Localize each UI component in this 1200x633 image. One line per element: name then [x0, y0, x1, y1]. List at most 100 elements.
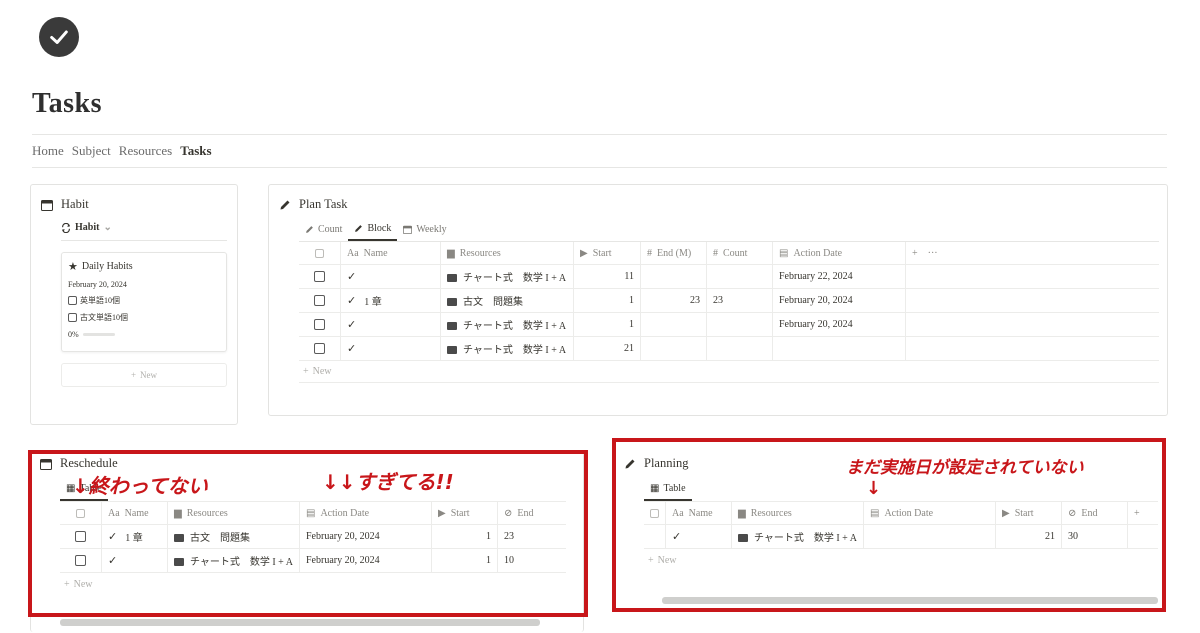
- folder-icon: [447, 345, 457, 354]
- habit-new-button[interactable]: + New: [61, 363, 227, 387]
- name-cell[interactable]: ✓: [341, 313, 441, 336]
- habit-item-checkbox[interactable]: [68, 313, 77, 322]
- column-actions: + ···: [906, 242, 966, 264]
- action-date-cell[interactable]: February 22, 2024: [773, 265, 906, 288]
- add-column-icon[interactable]: +: [912, 248, 918, 259]
- annotation-no-date: まだ実施日が設定されていない: [846, 458, 1084, 478]
- name-cell[interactable]: ✓: [341, 265, 441, 288]
- start-cell[interactable]: 1: [574, 313, 641, 336]
- start-cell[interactable]: 1: [574, 289, 641, 312]
- start-cell[interactable]: 11: [574, 265, 641, 288]
- nav-tasks[interactable]: Tasks: [180, 143, 211, 159]
- row-checkbox[interactable]: [314, 271, 325, 282]
- plan-task-title: Plan Task: [299, 197, 348, 211]
- page-title: Tasks: [32, 88, 102, 119]
- end-cell[interactable]: [641, 265, 707, 288]
- check-circle-icon: [39, 17, 79, 57]
- column-header-count[interactable]: # Count: [707, 242, 773, 264]
- tab-weekly-label: Weekly: [416, 224, 447, 235]
- resource-cell[interactable]: チャート式 数学 I + A: [441, 313, 574, 336]
- column-header-name[interactable]: Aa Name: [341, 242, 441, 264]
- resource-cell[interactable]: 古文 問題集: [441, 289, 574, 312]
- habit-progress: 0%: [68, 330, 115, 339]
- column-header-end[interactable]: # End (M): [641, 242, 707, 264]
- calendar-icon: [41, 199, 53, 211]
- habit-title: Habit: [61, 197, 89, 211]
- table-row[interactable]: ✓ チャート式 数学 I + A 1 February 20, 2024: [299, 313, 1159, 337]
- empty-cell: [906, 289, 966, 312]
- pencil-icon: [355, 225, 363, 232]
- action-date-cell[interactable]: February 20, 2024: [773, 289, 906, 312]
- plan-task-title-row: Plan Task: [279, 197, 348, 212]
- empty-cell: [906, 265, 966, 288]
- annotation-not-finished: ↓終わってない: [72, 474, 208, 498]
- calendar-icon: [403, 225, 413, 234]
- tab-count[interactable]: Count: [299, 223, 348, 241]
- habit-progress-bar: [82, 333, 115, 336]
- plan-task-tabs: Count Block Weekly: [299, 223, 453, 241]
- row-checkbox[interactable]: [314, 343, 325, 354]
- resource-link[interactable]: 古文 問題集: [463, 293, 523, 308]
- column-header-resources[interactable]: ▆ Resources: [441, 242, 574, 264]
- action-date-cell[interactable]: [773, 337, 906, 360]
- habit-view-selector[interactable]: Habit ⌄: [61, 222, 112, 233]
- resource-cell[interactable]: チャート式 数学 I + A: [441, 337, 574, 360]
- chevron-down-icon: ⌄: [103, 222, 112, 233]
- end-cell[interactable]: [641, 337, 707, 360]
- name-cell[interactable]: ✓ 1 章: [341, 289, 441, 312]
- nav-home[interactable]: Home: [32, 143, 64, 159]
- habit-title-row: Habit: [41, 197, 89, 212]
- resource-cell[interactable]: チャート式 数学 I + A: [441, 265, 574, 288]
- count-cell[interactable]: 23: [707, 289, 773, 312]
- habit-progress-label: 0%: [68, 330, 79, 339]
- horizontal-scrollbar[interactable]: [60, 619, 540, 626]
- column-header-action-date[interactable]: ▤ Action Date: [773, 242, 906, 264]
- table-row[interactable]: ✓ チャート式 数学 I + A 11 February 22, 2024: [299, 265, 1159, 289]
- row-checkbox-cell[interactable]: [299, 313, 341, 336]
- row-checkbox[interactable]: [314, 295, 325, 306]
- new-row-label: New: [312, 366, 332, 377]
- count-cell[interactable]: [707, 313, 773, 336]
- end-cell[interactable]: 23: [641, 289, 707, 312]
- daily-habits-card[interactable]: ★ Daily Habits February 20, 2024 英単語10個 …: [61, 252, 227, 352]
- resource-link[interactable]: チャート式 数学 I + A: [463, 317, 566, 332]
- habit-item-label: 英単語10個: [80, 296, 120, 305]
- resource-link[interactable]: チャート式 数学 I + A: [463, 269, 566, 284]
- nav-resources[interactable]: Resources: [119, 143, 172, 159]
- table-row[interactable]: ✓ チャート式 数学 I + A 21: [299, 337, 1159, 361]
- column-header-start[interactable]: ▶ Start: [574, 242, 641, 264]
- action-date-cell[interactable]: February 20, 2024: [773, 313, 906, 336]
- folder-icon: [447, 273, 457, 282]
- plan-task-new-row[interactable]: + New: [299, 361, 1159, 383]
- row-checkbox-cell[interactable]: [299, 265, 341, 288]
- habit-item-checkbox[interactable]: [68, 296, 77, 305]
- resource-link[interactable]: チャート式 数学 I + A: [463, 341, 566, 356]
- table-row[interactable]: ✓ 1 章古文 問題集 1 23 23 February 20, 2024: [299, 289, 1159, 313]
- count-cell[interactable]: [707, 337, 773, 360]
- check-mark-icon: ✓: [347, 271, 357, 283]
- title-divider: [32, 134, 1167, 135]
- tab-block[interactable]: Block: [348, 223, 398, 241]
- daily-habits-title: Daily Habits: [81, 261, 133, 272]
- row-checkbox-cell[interactable]: [299, 289, 341, 312]
- row-checkbox[interactable]: [314, 319, 325, 330]
- star-icon: ★: [68, 261, 78, 273]
- select-all-checkbox[interactable]: [299, 242, 341, 264]
- annotation-overdue: ↓↓すぎてる!!: [322, 470, 454, 494]
- folder-icon: ▆: [447, 247, 455, 259]
- start-cell[interactable]: 21: [574, 337, 641, 360]
- calendar-icon: ▤: [779, 247, 789, 259]
- end-cell[interactable]: [641, 313, 707, 336]
- count-cell[interactable]: [707, 265, 773, 288]
- habit-new-label: New: [140, 370, 158, 380]
- tab-weekly[interactable]: Weekly: [397, 223, 452, 241]
- table-header: Aa Name ▆ Resources ▶ Start # End (M) # Count…: [299, 242, 1159, 265]
- habit-checklist-item[interactable]: 英単語10個: [68, 295, 120, 306]
- name-cell[interactable]: ✓: [341, 337, 441, 360]
- row-checkbox-cell[interactable]: [299, 337, 341, 360]
- habit-checklist-item[interactable]: 古文単語10個: [68, 312, 128, 323]
- nav-subject[interactable]: Subject: [72, 143, 111, 159]
- tab-block-label: Block: [367, 223, 392, 234]
- more-icon[interactable]: ···: [928, 248, 938, 259]
- column-label: Name: [363, 247, 388, 259]
